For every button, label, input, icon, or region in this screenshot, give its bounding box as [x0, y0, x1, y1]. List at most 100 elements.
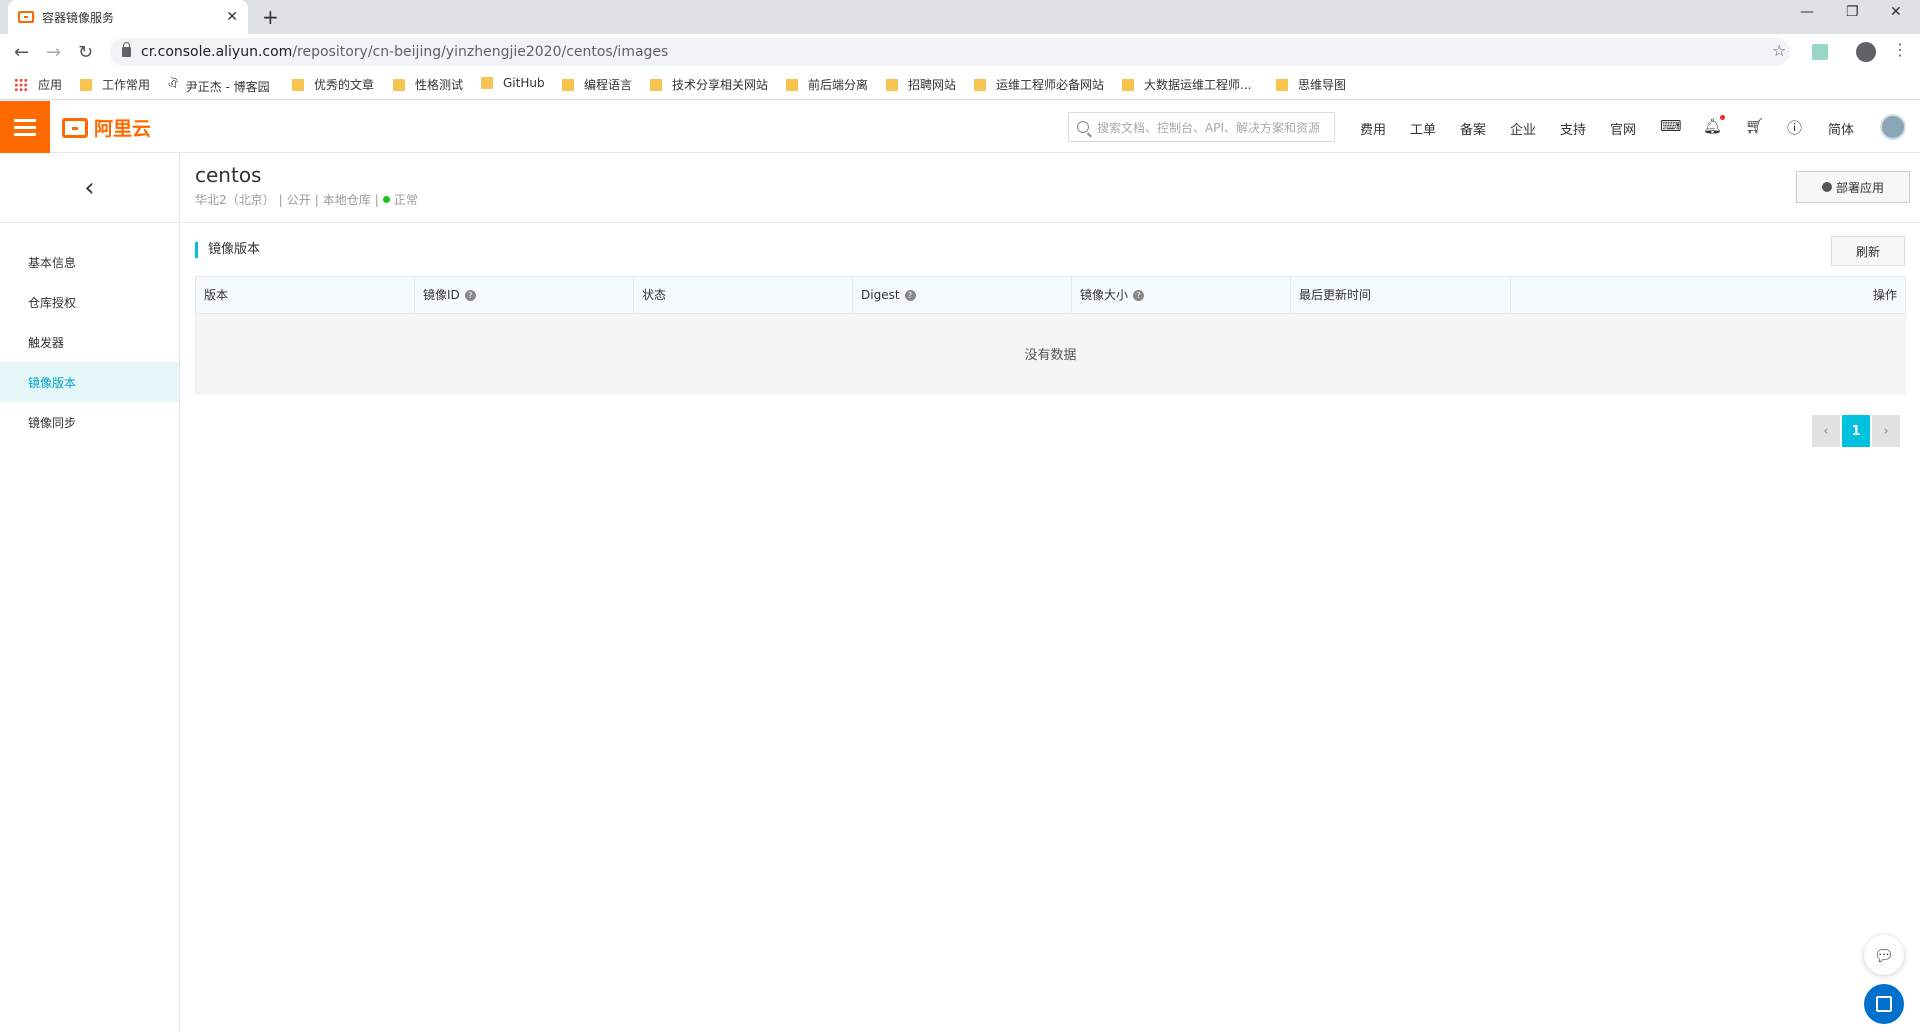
bookmark-folder[interactable]: 前后端分离: [786, 76, 868, 93]
nav-support[interactable]: 支持: [1560, 119, 1586, 138]
bookmark-label: 前后端分离: [808, 78, 869, 92]
bookmark-folder[interactable]: 大数据运维工程师...: [1122, 76, 1251, 93]
bookmark-folder[interactable]: 性格测试: [393, 76, 463, 93]
meta-divider: |: [314, 192, 319, 207]
bookmark-label: 工作常用: [102, 78, 151, 92]
bookmark-folder[interactable]: 招聘网站: [886, 76, 956, 93]
profile-icon[interactable]: [1856, 42, 1876, 62]
bookmark-folder[interactable]: 思维导图: [1276, 76, 1346, 93]
search-placeholder: 搜索文档、控制台、API、解决方案和资源: [1097, 120, 1320, 135]
browser-tab[interactable]: 容器镜像服务 ✕: [8, 0, 248, 34]
column-label: Digest: [861, 288, 900, 302]
bookmark-folder[interactable]: 运维工程师必备网站: [974, 76, 1104, 93]
folder-icon: [1122, 78, 1134, 91]
aliyun-logo[interactable]: 阿里云: [62, 114, 151, 141]
page-number[interactable]: 1: [1842, 415, 1870, 447]
console-topbar: 阿里云 搜索文档、控制台、API、解决方案和资源 费用 工单 备案 企业 支持 …: [0, 101, 1920, 153]
extension-icon[interactable]: [1812, 44, 1828, 60]
chat-icon[interactable]: 💬︎: [1864, 935, 1904, 975]
address-bar-row: ← → ↻ cr.console.aliyun.com/repository/c…: [0, 34, 1920, 70]
browser-menu-icon[interactable]: ⋮: [1892, 40, 1908, 59]
sidebar-item-repo-auth[interactable]: 仓库授权: [0, 282, 179, 322]
chevron-left-icon: ‹: [84, 173, 95, 203]
aliyun-favicon-icon: [18, 11, 34, 23]
close-window-icon[interactable]: ✕: [1890, 4, 1902, 20]
language-switch[interactable]: 简体: [1828, 119, 1854, 138]
refresh-button[interactable]: 刷新: [1831, 236, 1905, 266]
apps-icon[interactable]: [1864, 984, 1904, 1024]
bookmark-folder[interactable]: GitHub: [481, 76, 545, 90]
repo-visibility: 公开: [286, 193, 311, 207]
new-tab-icon[interactable]: +: [262, 5, 279, 29]
status-dot-icon: [382, 196, 390, 203]
column-header-digest: Digest?: [853, 277, 1072, 313]
folder-icon: [393, 78, 405, 91]
question-icon[interactable]: ?: [1133, 289, 1145, 301]
question-icon[interactable]: ?: [464, 289, 476, 301]
url-field[interactable]: cr.console.aliyun.com/repository/cn-beij…: [110, 38, 1790, 66]
pagination: ‹ 1 ›: [1812, 415, 1900, 447]
bookmark-folder[interactable]: 编程语言: [562, 76, 632, 93]
forward-arrow-icon[interactable]: →: [46, 42, 61, 63]
sidebar-item-image-sync[interactable]: 镜像同步: [0, 402, 179, 442]
table-header: 版本 镜像ID? 状态 Digest? 镜像大小? 最后更新时间 操作: [195, 276, 1906, 314]
repo-header: centos 华北2（北京） | 公开 | 本地仓库 | 正常 部署应用: [181, 154, 1920, 223]
image-versions-table: 版本 镜像ID? 状态 Digest? 镜像大小? 最后更新时间 操作 没有数据: [195, 276, 1906, 394]
apps-square: [1876, 996, 1892, 1012]
column-header-updated: 最后更新时间: [1291, 277, 1511, 313]
nav-enterprise[interactable]: 企业: [1510, 119, 1536, 138]
hamburger-menu-icon[interactable]: [0, 101, 50, 153]
meta-divider: |: [278, 192, 283, 207]
notification-dot: [1720, 115, 1725, 120]
gear-icon: [1821, 182, 1832, 192]
lock-icon: [122, 42, 131, 57]
column-label: 最后更新时间: [1299, 288, 1372, 302]
search-icon: [1077, 121, 1089, 133]
bookmark-label: 优秀的文章: [314, 78, 375, 92]
terminal-icon[interactable]: ⌨: [1660, 117, 1682, 135]
back-arrow-icon[interactable]: ←: [14, 42, 29, 63]
sidebar-item-basic-info[interactable]: 基本信息: [0, 242, 179, 282]
blog-icon: ঐ: [168, 77, 178, 91]
bookmark-folder[interactable]: 优秀的文章: [292, 76, 374, 93]
bookmark-label: 大数据运维工程师...: [1144, 78, 1252, 92]
deploy-app-button[interactable]: 部署应用: [1796, 171, 1910, 203]
repo-region: 华北2（北京）: [195, 193, 275, 207]
search-input[interactable]: 搜索文档、控制台、API、解决方案和资源: [1068, 112, 1335, 142]
minimize-icon[interactable]: —: [1800, 4, 1814, 20]
bookmark-apps[interactable]: 应用: [14, 76, 62, 93]
bookmark-star-icon[interactable]: ☆: [1772, 41, 1786, 60]
question-icon[interactable]: ?: [904, 289, 916, 301]
sidebar-item-triggers[interactable]: 触发器: [0, 322, 179, 362]
bookmark-folder[interactable]: 技术分享相关网站: [650, 76, 768, 93]
column-header-status: 状态: [634, 277, 853, 313]
avatar[interactable]: [1880, 114, 1906, 140]
column-label: 操作: [1872, 288, 1897, 302]
folder-icon: [1276, 78, 1288, 91]
bookmark-link[interactable]: ঐ 尹正杰 - 博客园: [168, 76, 270, 96]
bookmark-folder[interactable]: 工作常用: [80, 76, 150, 93]
folder-icon: [650, 78, 662, 91]
nav-official-site[interactable]: 官网: [1610, 119, 1636, 138]
aliyun-logo-icon: [62, 117, 88, 138]
bell-icon[interactable]: 🔔︎: [1703, 117, 1722, 135]
sidebar-item-image-versions[interactable]: 镜像版本: [0, 362, 179, 402]
back-button[interactable]: ‹: [0, 154, 179, 223]
column-header-image-id: 镜像ID?: [415, 277, 634, 313]
close-tab-icon[interactable]: ✕: [226, 9, 238, 25]
nav-billing[interactable]: 费用: [1360, 119, 1386, 138]
nav-ticket[interactable]: 工单: [1410, 119, 1436, 138]
empty-state: 没有数据: [195, 314, 1906, 394]
prev-page-icon[interactable]: ‹: [1812, 415, 1840, 447]
restore-icon[interactable]: ❐: [1846, 4, 1859, 20]
reload-icon[interactable]: ↻: [78, 42, 93, 63]
column-header-version: 版本: [196, 277, 415, 313]
nav-icp[interactable]: 备案: [1460, 119, 1486, 138]
status-badge: 正常: [393, 193, 418, 207]
help-icon[interactable]: ⓘ: [1787, 117, 1802, 138]
next-page-icon[interactable]: ›: [1872, 415, 1900, 447]
column-header-actions: 操作: [1511, 277, 1905, 313]
bookmark-label: 性格测试: [415, 78, 464, 92]
bookmark-label: 运维工程师必备网站: [996, 78, 1105, 92]
cart-icon[interactable]: 🛒︎: [1745, 117, 1764, 135]
